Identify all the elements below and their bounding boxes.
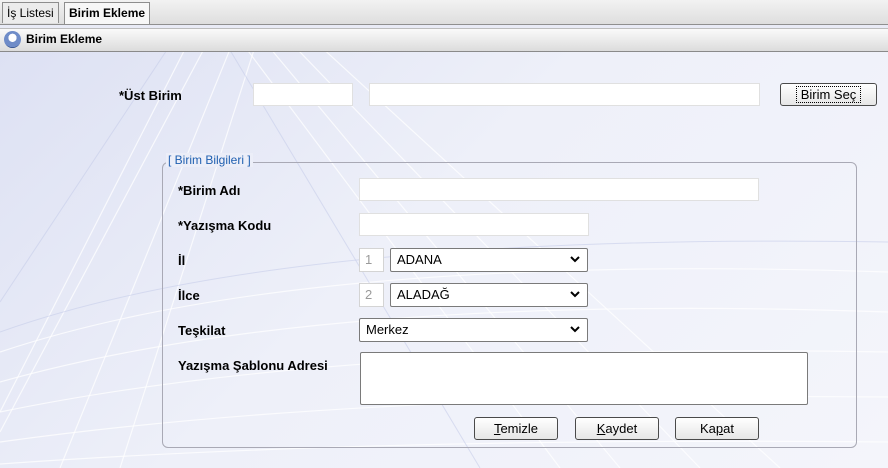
sablon-textarea[interactable]	[360, 352, 808, 405]
kaydet-button[interactable]: Kaydet	[575, 417, 659, 440]
ilce-label: İlce	[178, 288, 200, 303]
window-title: Birim Ekleme	[26, 32, 103, 46]
ust-birim-name-input[interactable]	[369, 83, 760, 106]
chevron-down-icon	[570, 326, 580, 333]
window-titlebar: Birim Ekleme	[0, 28, 888, 52]
tab-bar: İş Listesi Birim Ekleme	[0, 0, 888, 25]
tab-is-listesi[interactable]: İş Listesi	[2, 2, 59, 23]
group-legend: [ Birim Bilgileri ]	[166, 153, 253, 167]
chevron-down-icon	[570, 256, 580, 263]
kapat-button[interactable]: Kapat	[675, 417, 759, 440]
yazisma-kodu-input[interactable]	[359, 213, 589, 236]
ilce-selected-value: ALADAĞ	[397, 287, 450, 302]
il-select[interactable]: ADANA	[390, 248, 588, 272]
ust-birim-code-input[interactable]	[253, 83, 353, 106]
form-area: *Üst Birim Birim Seç [ Birim Bilgileri ]…	[0, 52, 888, 468]
birim-sec-button[interactable]: Birim Seç	[780, 83, 877, 106]
kapat-pre: Ka	[700, 421, 716, 436]
birim-sec-label: Birim Seç	[795, 86, 862, 103]
kapat-post: at	[723, 421, 734, 436]
chevron-down-icon	[570, 291, 580, 298]
teskilat-select[interactable]: Merkez	[359, 318, 588, 342]
il-code-field: 1	[359, 248, 384, 272]
teskilat-label: Teşkilat	[178, 323, 226, 338]
il-label: İl	[178, 253, 186, 268]
birim-adi-input[interactable]	[359, 178, 759, 201]
ust-birim-label: *Üst Birim	[119, 88, 182, 103]
tab-birim-ekleme[interactable]: Birim Ekleme	[64, 2, 151, 24]
person-icon	[4, 31, 21, 48]
ilce-select[interactable]: ALADAĞ	[390, 283, 588, 307]
temizle-button[interactable]: Temizle	[474, 417, 558, 440]
teskilat-selected-value: Merkez	[366, 322, 409, 337]
temizle-rest: emizle	[500, 421, 539, 436]
yazisma-kodu-label: *Yazışma Kodu	[178, 218, 272, 233]
sablon-label: Yazışma Şablonu Adresi	[178, 358, 328, 373]
il-selected-value: ADANA	[397, 252, 442, 267]
ilce-code-field: 2	[359, 283, 384, 307]
birim-adi-label: *Birim Adı	[178, 183, 241, 198]
kaydet-rest: aydet	[605, 421, 638, 436]
